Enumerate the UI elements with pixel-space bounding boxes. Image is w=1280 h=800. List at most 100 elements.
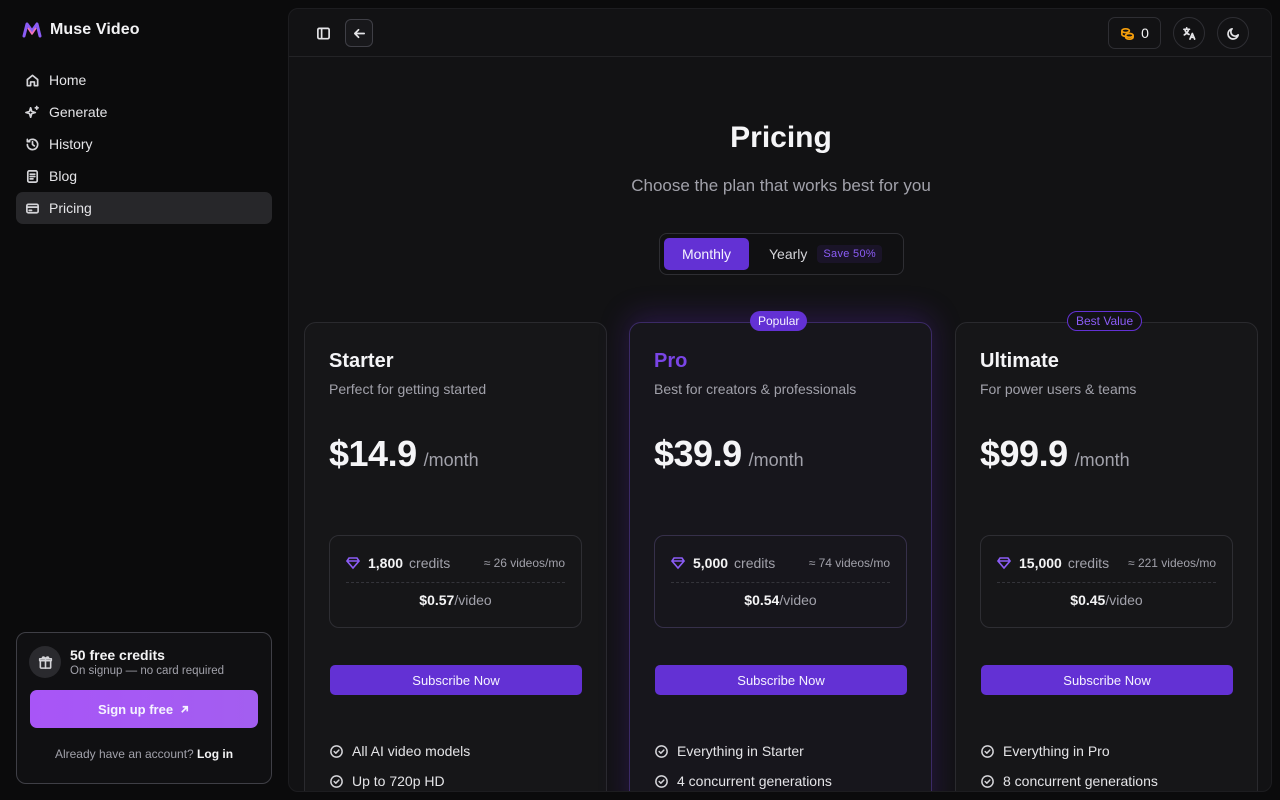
divider: [346, 582, 565, 583]
price-per-video: $0.54/video: [655, 592, 906, 608]
credits-amount: 1,800: [368, 555, 404, 571]
plan-card-pro: Popular Pro Best for creators & professi…: [629, 311, 932, 791]
per-video-price: $0.45: [1070, 592, 1106, 608]
feature-item: Everything in Starter: [654, 736, 832, 766]
videos-estimate: ≈ 26 videos/mo: [483, 556, 565, 570]
per-video-price: $0.57: [419, 592, 455, 608]
history-icon: [24, 136, 40, 152]
price-value: $14.9: [329, 433, 417, 474]
billing-toggle: Monthly Yearly Save 50%: [659, 233, 904, 275]
price-value: $99.9: [980, 433, 1068, 474]
feature-label: 8 concurrent generations: [1003, 773, 1158, 789]
per-video-unit: /video: [454, 592, 492, 608]
moon-icon: [1226, 27, 1239, 40]
check-circle-icon: [330, 744, 343, 758]
popular-badge: Popular: [750, 311, 808, 331]
credits-unit: credits: [1067, 555, 1110, 571]
check-circle-icon: [981, 744, 994, 758]
feature-label: Everything in Starter: [677, 743, 804, 759]
feature-list: Everything in Pro 8 concurrent generatio…: [980, 736, 1158, 791]
toggle-sidebar-button[interactable]: [309, 19, 337, 47]
billing-yearly-label: Yearly: [769, 246, 808, 262]
sidebar-item-blog[interactable]: Blog: [16, 160, 272, 192]
save-badge: Save 50%: [817, 245, 882, 263]
main-panel: 0 Pricing Choose the plan that works bes…: [288, 8, 1272, 792]
divider: [997, 582, 1216, 583]
feature-item: 8 concurrent generations: [980, 766, 1158, 791]
feature-label: Up to 720p HD: [352, 773, 445, 789]
plan-name: Starter: [329, 350, 394, 372]
subscribe-button[interactable]: Subscribe Now: [655, 665, 907, 695]
subscribe-button[interactable]: Subscribe Now: [330, 665, 582, 695]
plan-price: $39.9 /month: [654, 433, 804, 475]
language-button[interactable]: [1173, 17, 1205, 49]
check-circle-icon: [330, 774, 343, 788]
feature-item: 4 concurrent generations: [654, 766, 832, 791]
promo-subtitle: On signup — no card required: [70, 665, 225, 677]
subscribe-button[interactable]: Subscribe Now: [981, 665, 1233, 695]
sidebar: Muse Video Home Generate History Blog Pr…: [0, 0, 288, 800]
feature-list: Everything in Starter 4 concurrent gener…: [654, 736, 832, 791]
credits-amount: 15,000: [1019, 555, 1062, 571]
document-icon: [24, 168, 40, 184]
feature-label: 4 concurrent generations: [677, 773, 832, 789]
plan-description: For power users & teams: [980, 381, 1137, 397]
credits-amount: 5,000: [693, 555, 729, 571]
arrow-left-icon: [353, 28, 365, 38]
price-value: $39.9: [654, 433, 742, 474]
sidebar-item-generate[interactable]: Generate: [16, 96, 272, 128]
sign-up-button[interactable]: Sign up free: [30, 690, 258, 728]
feature-list: All AI video models Up to 720p HD: [329, 736, 471, 791]
credits-balance[interactable]: 0: [1108, 17, 1161, 49]
sidebar-item-history[interactable]: History: [16, 128, 272, 160]
brand[interactable]: Muse Video: [22, 20, 140, 40]
price-per-video: $0.57/video: [330, 592, 581, 608]
login-link[interactable]: Log in: [197, 747, 233, 761]
plan-price: $14.9 /month: [329, 433, 479, 475]
check-circle-icon: [655, 774, 668, 788]
gift-icon: [29, 646, 61, 678]
plan-card-starter: Starter Perfect for getting started $14.…: [304, 322, 607, 791]
credits-box: 1,800 credits ≈ 26 videos/mo $0.57/video: [329, 535, 582, 628]
billing-monthly-tab[interactable]: Monthly: [664, 238, 749, 270]
plan-description: Perfect for getting started: [329, 381, 487, 397]
feature-label: Everything in Pro: [1003, 743, 1110, 759]
app-name: Muse Video: [50, 21, 140, 38]
sidebar-item-pricing[interactable]: Pricing: [16, 192, 272, 224]
sidebar-item-label: Generate: [49, 104, 108, 120]
credits-unit: credits: [409, 555, 451, 571]
login-prompt: Already have an account? Log in: [17, 747, 271, 761]
sidebar-item-label: Blog: [49, 168, 78, 184]
feature-item: Up to 720p HD: [329, 766, 470, 791]
credits-row: 15,000 credits ≈ 221 videos/mo: [997, 555, 1216, 571]
feature-item: Everything in Pro: [980, 736, 1158, 766]
logo-icon: [22, 22, 42, 38]
plan-description: Best for creators & professionals: [654, 381, 857, 397]
signup-promo-card: 50 free credits On signup — no card requ…: [16, 632, 272, 784]
check-circle-icon: [655, 744, 668, 758]
feature-label: All AI video models: [352, 743, 471, 759]
back-button[interactable]: [345, 19, 373, 47]
credits-count: 0: [1141, 25, 1149, 41]
wallet-icon: [24, 200, 40, 216]
login-prompt-text: Already have an account?: [54, 747, 194, 761]
plan-price: $99.9 /month: [980, 433, 1130, 475]
sidebar-toggle-icon: [316, 27, 330, 39]
credits-box: 5,000 credits ≈ 74 videos/mo $0.54/video: [654, 535, 907, 628]
price-per-video: $0.45/video: [981, 592, 1232, 608]
videos-estimate: ≈ 74 videos/mo: [808, 556, 890, 570]
sign-up-label: Sign up free: [97, 701, 174, 717]
page-subtitle: Choose the plan that works best for you: [631, 176, 931, 195]
credits-box: 15,000 credits ≈ 221 videos/mo $0.45/vid…: [980, 535, 1233, 628]
translate-icon: [1182, 26, 1195, 40]
theme-toggle-button[interactable]: [1217, 17, 1249, 49]
sidebar-nav: Home Generate History Blog Pricing: [16, 64, 272, 224]
credits-row: 1,800 credits ≈ 26 videos/mo: [346, 555, 565, 571]
billing-yearly-tab[interactable]: Yearly Save 50%: [769, 238, 882, 270]
arrow-up-right-icon: [181, 705, 189, 713]
page-title: Pricing: [730, 121, 832, 154]
per-video-unit: /video: [1105, 592, 1143, 608]
sidebar-item-label: History: [49, 136, 93, 152]
sidebar-item-home[interactable]: Home: [16, 64, 272, 96]
price-period: /month: [748, 450, 804, 470]
